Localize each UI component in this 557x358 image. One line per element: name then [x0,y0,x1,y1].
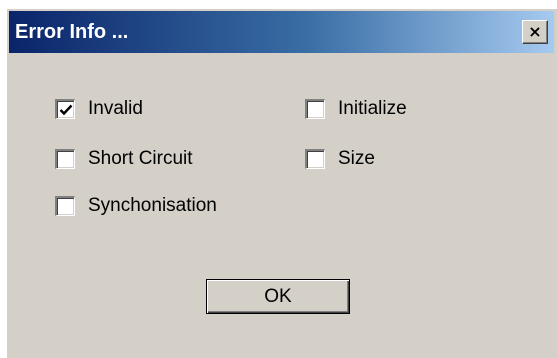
checkmark-icon [59,104,72,115]
close-button[interactable]: × [522,20,548,44]
invalid-label: Invalid [88,98,143,119]
checkbox-row-invalid[interactable]: Invalid [55,97,143,121]
synchronisation-label: Synchonisation [88,195,217,216]
checkbox-row-short-circuit[interactable]: Short Circuit [55,147,193,171]
close-icon: × [528,22,542,41]
checkbox-row-size[interactable]: Size [305,147,375,171]
error-info-dialog: Error Info ... × Invalid Short Circuit S… [6,8,557,358]
title-bar[interactable]: Error Info ... × [9,11,554,53]
ok-button[interactable]: OK [206,279,350,314]
initialize-checkbox[interactable] [305,99,325,119]
short-circuit-label: Short Circuit [88,148,193,169]
checkbox-row-synchronisation[interactable]: Synchonisation [55,194,217,218]
ok-button-label: OK [264,285,292,307]
size-label: Size [338,148,375,169]
short-circuit-checkbox[interactable] [55,149,75,169]
synchronisation-checkbox[interactable] [55,196,75,216]
checkbox-row-initialize[interactable]: Initialize [305,97,407,121]
dialog-title: Error Info ... [15,21,129,43]
size-checkbox[interactable] [305,149,325,169]
initialize-label: Initialize [338,98,407,119]
invalid-checkbox[interactable] [55,99,75,119]
